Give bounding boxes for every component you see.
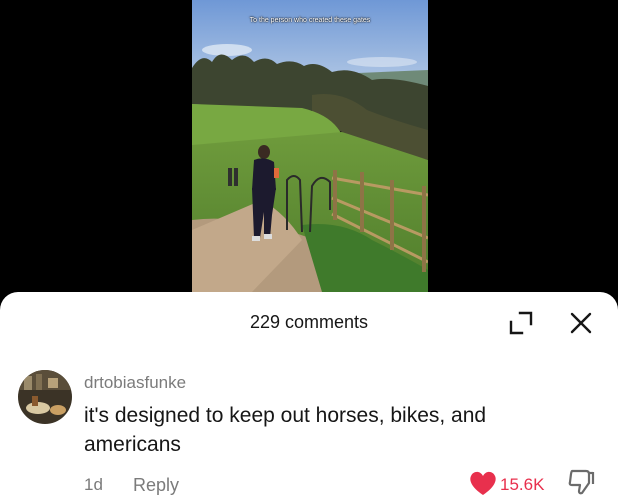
like-count: 15.6K — [500, 475, 545, 494]
comment-username[interactable]: drtobiasfunke — [84, 373, 186, 393]
comment-text: it's designed to keep out horses, bikes,… — [84, 404, 487, 456]
reply-button[interactable]: Reply — [133, 475, 179, 496]
video-frame[interactable]: To the person who created these gates — [192, 0, 428, 292]
video-caption: To the person who created these gates — [249, 17, 371, 24]
heart-icon — [470, 471, 496, 495]
video-player[interactable]: To the person who created these gates — [0, 0, 618, 310]
expand-icon — [509, 311, 533, 335]
avatar[interactable] — [18, 370, 72, 424]
avatar-image — [18, 370, 72, 424]
video-scene — [192, 0, 428, 292]
comment-timestamp: 1d — [84, 475, 103, 494]
close-button[interactable] — [566, 308, 596, 338]
close-icon — [570, 312, 592, 334]
expand-button[interactable] — [506, 308, 536, 338]
like-button[interactable] — [467, 468, 499, 498]
comments-sheet: 229 comments drtobiasfunke it's designed… — [0, 292, 618, 500]
thumbs-down-icon — [568, 469, 595, 495]
dislike-button[interactable] — [566, 467, 596, 497]
